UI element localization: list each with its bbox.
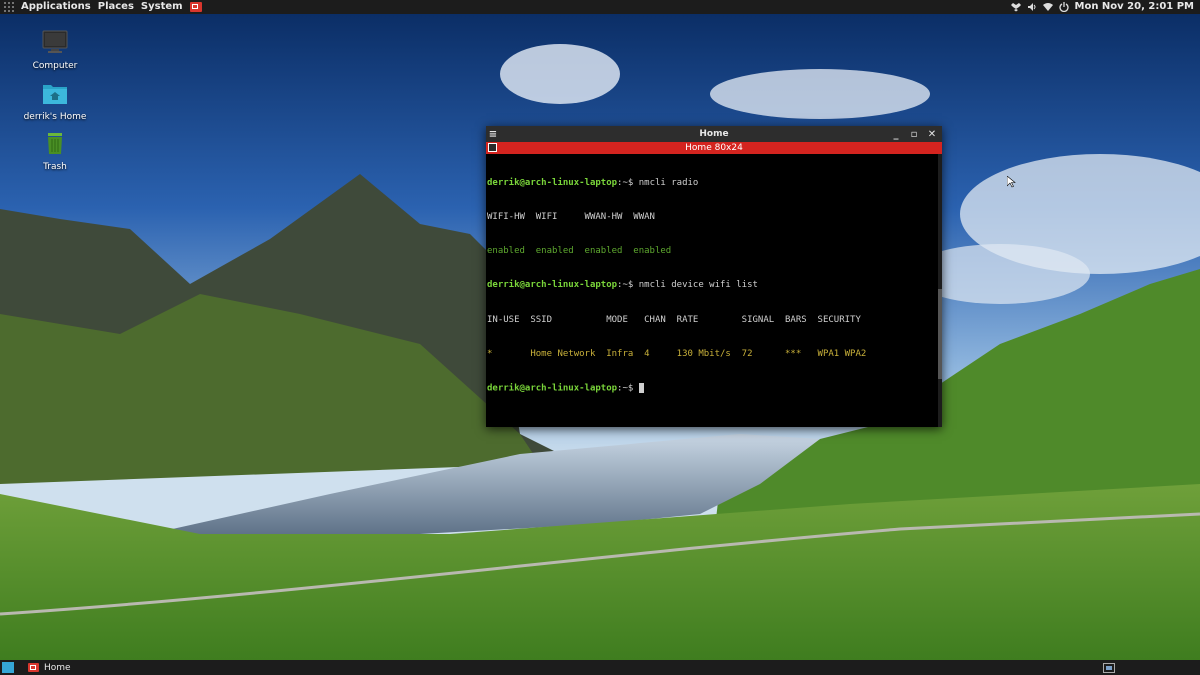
tab-title: Home 80x24: [685, 143, 743, 153]
wifi-list-row: * Home Network Infra 4 130 Mbit/s 72 ***…: [487, 348, 867, 359]
scrollbar-thumb[interactable]: [938, 289, 942, 379]
desktop-icon-home[interactable]: derrik's Home: [20, 81, 90, 122]
desktop-icon-label: Computer: [32, 61, 78, 71]
menu-system[interactable]: System: [141, 0, 183, 14]
terminal-line: derrik@arch-linux-laptop:~$ nmcli device…: [487, 280, 939, 291]
prompt-user: derrik@arch-linux-laptop: [487, 280, 618, 291]
radio-header: WIFI-HW WIFI WWAN-HW WWAN: [487, 212, 655, 223]
volume-icon[interactable]: [1027, 2, 1037, 12]
desktop-icon-computer[interactable]: Computer: [20, 30, 90, 71]
desktop-icon-label: Trash: [43, 162, 67, 172]
hamburger-menu-icon[interactable]: ≡: [486, 129, 500, 140]
command-text: nmcli radio: [638, 177, 699, 188]
terminal-tab-icon: [488, 143, 497, 152]
terminal-tab[interactable]: Home 80x24: [486, 142, 942, 154]
text-cursor: [638, 383, 644, 394]
maximize-button[interactable]: ▫: [908, 129, 920, 140]
power-icon[interactable]: [1058, 2, 1069, 12]
terminal-launcher-icon[interactable]: [189, 2, 202, 12]
computer-icon: [42, 30, 68, 53]
trash-icon: [48, 133, 62, 154]
prompt-suffix: :~$: [617, 177, 634, 188]
minimize-button[interactable]: _: [890, 129, 902, 140]
top-panel: Applications Places System Mon Nov 20, 2…: [0, 0, 1200, 14]
bottom-panel: Home: [0, 660, 1200, 675]
radio-values: enabled enabled enabled enabled: [487, 246, 672, 257]
menu-applications[interactable]: Applications: [21, 0, 91, 14]
terminal-line: derrik@arch-linux-laptop:~$: [487, 383, 939, 394]
home-folder-icon: [43, 85, 67, 104]
system-tray: Mon Nov 20, 2:01 PM: [1010, 0, 1200, 14]
window-titlebar[interactable]: ≡ Home _ ▫ ✕: [486, 126, 942, 142]
clock[interactable]: Mon Nov 20, 2:01 PM: [1075, 0, 1195, 14]
dropbox-icon[interactable]: [1010, 2, 1021, 12]
menu-places[interactable]: Places: [98, 0, 134, 14]
prompt-suffix: :~$: [617, 383, 634, 394]
terminal-icon: [28, 663, 39, 672]
taskbar-item-home[interactable]: Home: [22, 660, 77, 675]
top-menu: Applications Places System: [0, 0, 202, 14]
wifi-icon[interactable]: [1042, 2, 1053, 12]
command-text: nmcli device wifi list: [638, 280, 758, 291]
terminal-output[interactable]: derrik@arch-linux-laptop:~$ nmcli radio …: [486, 154, 939, 427]
show-desktop-button[interactable]: [2, 662, 14, 673]
workspace-switcher-icon[interactable]: [1103, 662, 1115, 673]
prompt-user: derrik@arch-linux-laptop: [487, 383, 618, 394]
prompt-user: derrik@arch-linux-laptop: [487, 177, 618, 188]
window-controls: _ ▫ ✕: [890, 129, 942, 140]
wifi-list-header: IN-USE SSID MODE CHAN RATE SIGNAL BARS S…: [487, 314, 861, 325]
taskbar-item-label: Home: [44, 662, 71, 673]
prompt-suffix: :~$: [617, 280, 634, 291]
terminal-window[interactable]: ≡ Home _ ▫ ✕ Home 80x24 derrik@arch-linu…: [486, 126, 942, 427]
mouse-pointer-icon: [1007, 176, 1016, 188]
terminal-scrollbar[interactable]: [938, 154, 942, 427]
close-button[interactable]: ✕: [926, 129, 938, 140]
terminal-line: derrik@arch-linux-laptop:~$ nmcli radio: [487, 178, 939, 189]
apps-grid-icon[interactable]: [4, 2, 14, 12]
desktop-icon-label: derrik's Home: [23, 112, 87, 122]
window-title: Home: [699, 129, 729, 139]
desktop-icon-trash[interactable]: Trash: [20, 131, 90, 172]
